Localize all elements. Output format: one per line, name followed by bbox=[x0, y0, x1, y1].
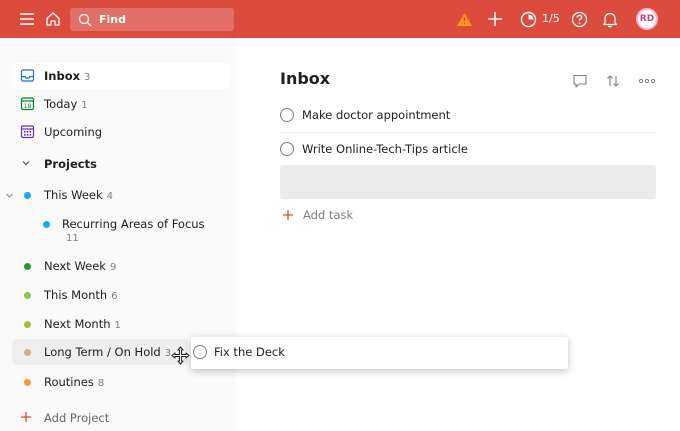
task-checkbox[interactable] bbox=[280, 108, 294, 122]
svg-text:18: 18 bbox=[24, 103, 32, 110]
project-this-month[interactable]: This Month 6 bbox=[12, 282, 230, 308]
project-recurring-areas[interactable]: Recurring Areas of Focus 11 bbox=[12, 211, 230, 247]
bell-icon[interactable] bbox=[601, 10, 619, 28]
chevron-down-icon bbox=[20, 157, 35, 172]
projects-header: Projects bbox=[44, 157, 97, 171]
project-label: Routines bbox=[44, 375, 94, 389]
project-routines[interactable]: Routines 8 bbox=[12, 369, 230, 395]
plus-icon[interactable] bbox=[486, 10, 504, 28]
sidebar-item-label: Today bbox=[44, 97, 78, 111]
search-input[interactable]: Find bbox=[70, 8, 234, 31]
project-count: 6 bbox=[111, 291, 118, 302]
project-label: Next Week bbox=[44, 259, 106, 273]
project-label: Recurring Areas of Focus bbox=[62, 217, 205, 231]
project-color-dot bbox=[43, 221, 50, 228]
project-long-term[interactable]: Long Term / On Hold 3 bbox=[12, 339, 188, 365]
home-icon[interactable] bbox=[44, 10, 62, 28]
project-color-dot bbox=[24, 192, 31, 199]
sidebar-item-inbox[interactable]: Inbox 3 bbox=[12, 63, 230, 89]
avatar[interactable]: RD bbox=[636, 8, 658, 30]
page-title: Inbox bbox=[280, 69, 331, 88]
search-placeholder: Find bbox=[99, 13, 126, 26]
task-checkbox[interactable] bbox=[193, 345, 207, 359]
project-color-dot bbox=[24, 263, 31, 270]
plus-icon bbox=[281, 208, 294, 221]
sidebar-item-label: Upcoming bbox=[44, 125, 103, 139]
sort-icon[interactable] bbox=[604, 72, 622, 90]
projects-section-toggle[interactable]: Projects bbox=[12, 151, 230, 177]
project-label: This Week bbox=[44, 188, 103, 202]
warning-icon[interactable] bbox=[455, 10, 473, 28]
search-icon bbox=[77, 12, 92, 27]
menu-icon[interactable] bbox=[18, 11, 36, 27]
task-content: Write Online-Tech-Tips article bbox=[302, 142, 468, 156]
project-label: Next Month bbox=[44, 317, 111, 331]
avatar-initials: RD bbox=[639, 14, 655, 24]
project-count: 8 bbox=[97, 378, 105, 389]
move-cursor-icon bbox=[170, 345, 190, 365]
calendar-today-icon: 18 bbox=[20, 96, 35, 111]
more-options-icon[interactable] bbox=[637, 72, 657, 90]
project-this-week[interactable]: This Week 4 bbox=[12, 182, 230, 208]
add-task-label: Add task bbox=[303, 208, 354, 222]
plus-icon bbox=[20, 411, 35, 426]
add-project-button[interactable]: Add Project bbox=[12, 405, 230, 431]
productivity-icon[interactable] bbox=[519, 10, 537, 28]
project-count: 9 bbox=[109, 262, 117, 273]
inbox-icon bbox=[20, 68, 35, 83]
sidebar-item-today[interactable]: 18 Today 1 bbox=[12, 91, 230, 117]
project-label: This Month bbox=[44, 288, 108, 302]
project-color-dot bbox=[24, 379, 31, 386]
project-next-month[interactable]: Next Month 1 bbox=[12, 311, 230, 337]
task-row[interactable]: Write Online-Tech-Tips article bbox=[280, 133, 656, 167]
help-icon[interactable] bbox=[570, 10, 588, 28]
project-count: 11 bbox=[66, 233, 79, 244]
sidebar-item-upcoming[interactable]: Upcoming bbox=[12, 119, 230, 145]
add-project-label: Add Project bbox=[44, 411, 110, 425]
project-label: Long Term / On Hold bbox=[44, 345, 161, 359]
dragged-task-card[interactable]: Fix the Deck bbox=[191, 337, 568, 369]
calendar-upcoming-icon bbox=[20, 124, 35, 139]
task-content: Fix the Deck bbox=[214, 345, 285, 359]
project-color-dot bbox=[24, 321, 31, 328]
project-count: 1 bbox=[114, 320, 121, 331]
karma-progress[interactable]: 1/5 bbox=[542, 12, 560, 25]
project-next-week[interactable]: Next Week 9 bbox=[12, 253, 230, 279]
add-task-button[interactable]: Add task bbox=[280, 206, 400, 224]
sidebar-item-label: Inbox bbox=[44, 69, 81, 83]
sidebar-item-count: 1 bbox=[81, 100, 88, 111]
comment-icon[interactable] bbox=[571, 72, 589, 90]
task-checkbox[interactable] bbox=[280, 142, 294, 156]
top-bar: Find 1/5 RD bbox=[0, 0, 680, 38]
sidebar-item-count: 3 bbox=[84, 72, 91, 83]
task-content: Make doctor appointment bbox=[302, 108, 451, 122]
project-count: 4 bbox=[106, 191, 114, 202]
project-color-dot bbox=[24, 292, 31, 299]
project-color-dot bbox=[24, 349, 31, 356]
drop-placeholder bbox=[280, 165, 656, 199]
task-row[interactable]: Make doctor appointment bbox=[280, 99, 656, 133]
